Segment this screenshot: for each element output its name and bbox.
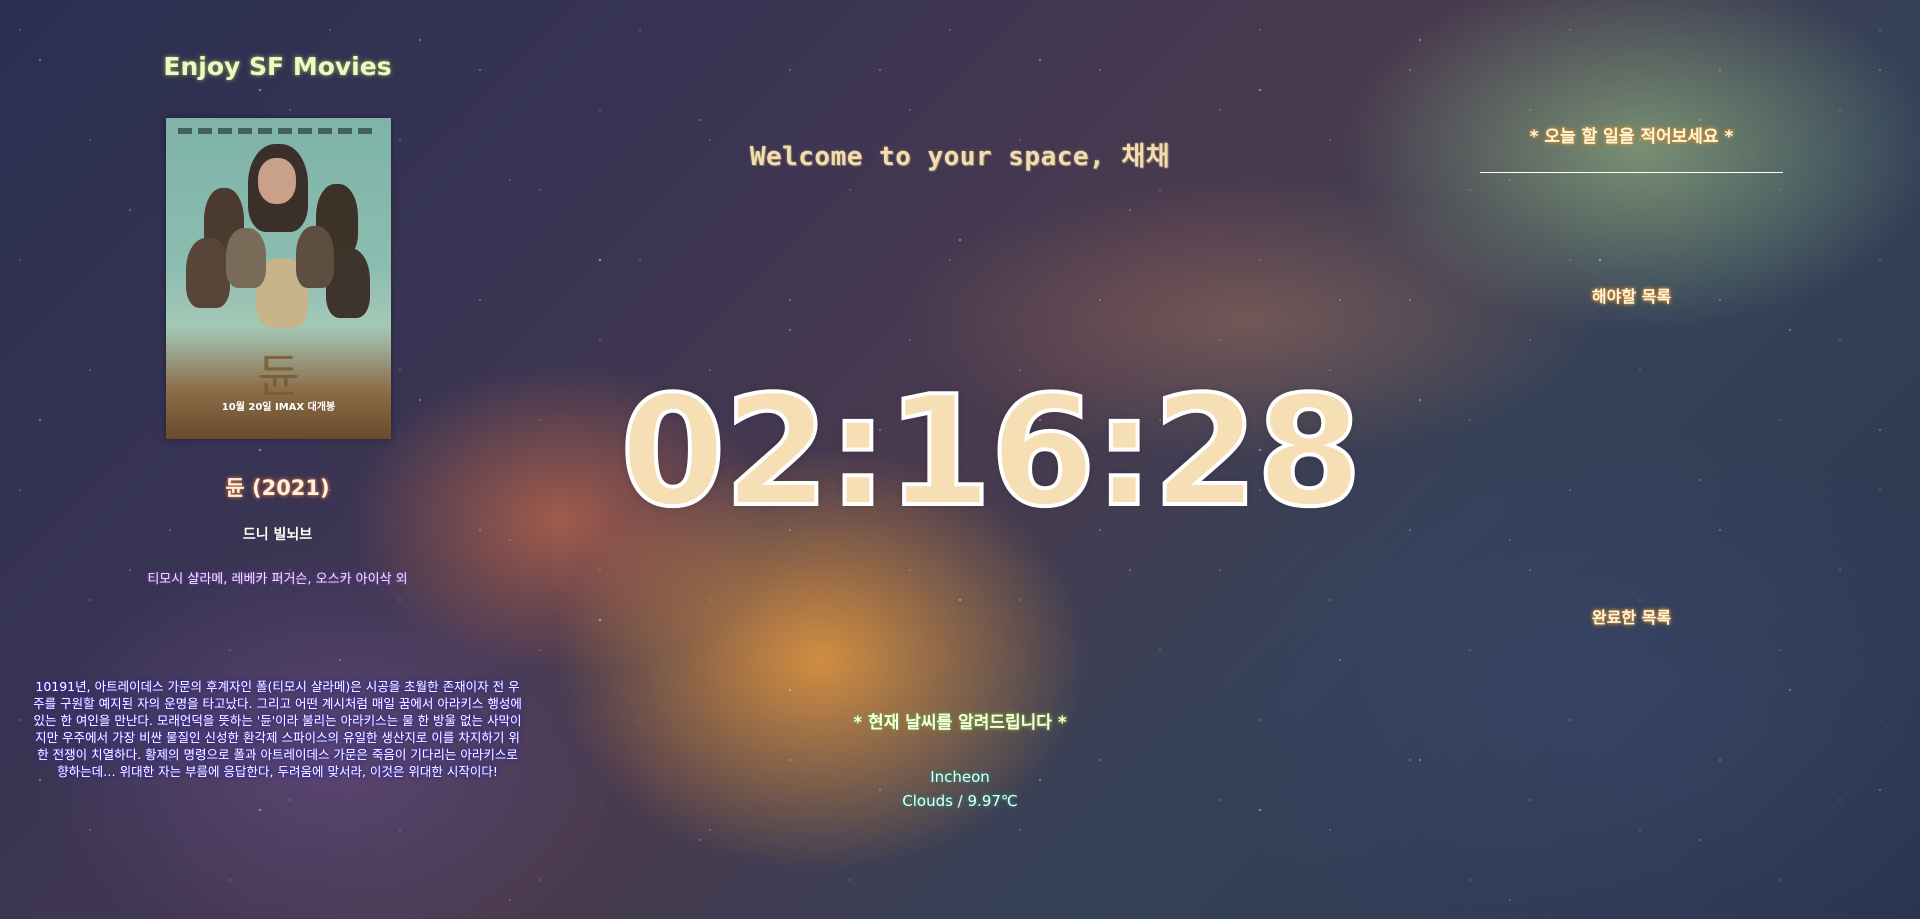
movie-section-header: Enjoy SF Movies bbox=[163, 52, 392, 81]
movie-director: 드니 빌뇌브 bbox=[242, 527, 313, 543]
poster-figure bbox=[186, 238, 230, 308]
greeting-text: Welcome to your space, 채채 bbox=[749, 142, 1171, 172]
movie-synopsis: 10191년, 아트레이데스 가문의 후계자인 폴(티모시 샬라메)은 시공을 … bbox=[33, 679, 522, 779]
movie-cast: 티모시 샬라메, 레베카 퍼거슨, 오스카 아이삭 외 bbox=[147, 572, 408, 587]
poster-title: 듄 bbox=[257, 349, 300, 403]
poster-release-text: 10월 20일 IMAX 대개봉 bbox=[221, 402, 336, 413]
todo-input[interactable] bbox=[1480, 102, 1783, 173]
pending-list-heading: 해야할 목록 bbox=[1591, 287, 1672, 306]
movie-title: 듄 (2021) bbox=[225, 476, 330, 500]
poster-credits bbox=[178, 128, 378, 134]
poster-figure bbox=[296, 226, 334, 288]
weather-description: Clouds / 9.97℃ bbox=[902, 792, 1018, 810]
done-list-heading: 완료한 목록 bbox=[1591, 608, 1672, 627]
poster-figure bbox=[226, 228, 266, 288]
movie-poster: 듄 10월 20일 IMAX 대개봉 bbox=[166, 118, 391, 439]
digital-clock: 02:16:28 bbox=[618, 361, 1364, 542]
poster-face bbox=[258, 158, 296, 204]
weather-city: Incheon bbox=[930, 768, 990, 786]
weather-header: * 현재 날씨를 알려드립니다 * bbox=[853, 713, 1067, 733]
